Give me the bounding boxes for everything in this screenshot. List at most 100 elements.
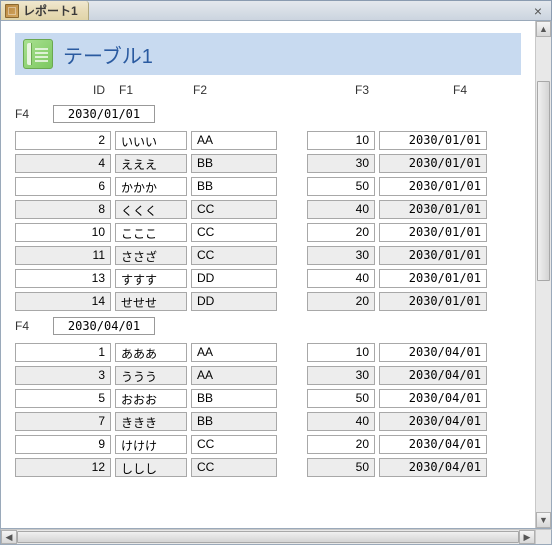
- group-value: 2030/01/01: [53, 105, 155, 123]
- cell-f4: 2030/01/01: [379, 177, 487, 196]
- table-row: 14せせせDD 202030/01/01: [15, 290, 521, 313]
- table-row: 6かかかBB502030/01/01: [15, 175, 521, 198]
- cell-id: 9: [15, 435, 111, 454]
- table-row: 12しししCC502030/04/01: [15, 456, 521, 479]
- cell-f2: AA: [191, 131, 277, 150]
- cell-f3: 20: [307, 292, 375, 311]
- cell-f3: 40: [307, 269, 375, 288]
- cell-f3: 30: [307, 154, 375, 173]
- cell-f1: ししし: [115, 458, 187, 477]
- cell-f2: CC: [191, 223, 277, 242]
- horizontal-scroll-track[interactable]: [17, 530, 519, 544]
- cell-id: 8: [15, 200, 111, 219]
- cell-id: 6: [15, 177, 111, 196]
- table-row: 13すすすDD402030/01/01: [15, 267, 521, 290]
- cell-f1: おおお: [115, 389, 187, 408]
- cell-f1: ささざ: [115, 246, 187, 265]
- cell-f1: あああ: [115, 343, 187, 362]
- scroll-corner: [535, 530, 551, 544]
- cell-id: 14: [15, 292, 111, 311]
- cell-f3: 50: [307, 389, 375, 408]
- document-tab[interactable]: レポート1: [1, 1, 89, 20]
- cell-f4: 2030/04/01: [379, 412, 487, 431]
- cell-f1: かかか: [115, 177, 187, 196]
- cell-id: 11: [15, 246, 111, 265]
- cell-f1: いいい: [115, 131, 187, 150]
- group-label: F4: [15, 319, 41, 333]
- table-row: 5おおおBB 502030/04/01: [15, 387, 521, 410]
- cell-f4: 2030/01/01: [379, 292, 487, 311]
- table-row: 3うううAA302030/04/01: [15, 364, 521, 387]
- scroll-down-arrow-icon[interactable]: ▼: [536, 512, 551, 528]
- group-label: F4: [15, 107, 41, 121]
- scroll-left-arrow-icon[interactable]: ◀: [1, 530, 17, 544]
- cell-f2: AA: [191, 366, 277, 385]
- cell-f4: 2030/01/01: [379, 246, 487, 265]
- cell-f4: 2030/04/01: [379, 435, 487, 454]
- column-header-f3: F3: [277, 83, 377, 97]
- table-row: 2いいいAA 102030/01/01: [15, 129, 521, 152]
- cell-f4: 2030/04/01: [379, 366, 487, 385]
- group-value: 2030/04/01: [53, 317, 155, 335]
- cell-f3: 20: [307, 435, 375, 454]
- cell-f2: BB: [191, 177, 277, 196]
- cell-f4: 2030/04/01: [379, 389, 487, 408]
- vertical-scroll-thumb[interactable]: [537, 81, 550, 281]
- report-icon: [5, 4, 19, 18]
- cell-f4: 2030/04/01: [379, 458, 487, 477]
- cell-f2: BB: [191, 389, 277, 408]
- cell-id: 5: [15, 389, 111, 408]
- horizontal-scroll-thumb[interactable]: [17, 531, 519, 543]
- cell-f1: ううう: [115, 366, 187, 385]
- cell-f1: すすす: [115, 269, 187, 288]
- scroll-right-arrow-icon[interactable]: ▶: [519, 530, 535, 544]
- cell-f4: 2030/01/01: [379, 154, 487, 173]
- close-button[interactable]: ×: [529, 3, 547, 19]
- cell-f2: DD: [191, 292, 277, 311]
- cell-id: 13: [15, 269, 111, 288]
- table-row: 8くくくCC402030/01/01: [15, 198, 521, 221]
- cell-f4: 2030/01/01: [379, 269, 487, 288]
- cell-id: 7: [15, 412, 111, 431]
- cell-f2: AA: [191, 343, 277, 362]
- cell-f2: CC: [191, 435, 277, 454]
- cell-f1: えええ: [115, 154, 187, 173]
- table-row: 1あああAA102030/04/01: [15, 341, 521, 364]
- column-header-f1: F1: [113, 83, 187, 97]
- table-row: 10こここCC202030/01/01: [15, 221, 521, 244]
- cell-f3: 40: [307, 200, 375, 219]
- table-row: 4えええBB302030/01/01: [15, 152, 521, 175]
- cell-f1: けけけ: [115, 435, 187, 454]
- cell-f2: BB: [191, 154, 277, 173]
- scroll-up-arrow-icon[interactable]: ▲: [536, 21, 551, 37]
- cell-f2: CC: [191, 246, 277, 265]
- cell-f1: せせせ: [115, 292, 187, 311]
- cell-f3: 10: [307, 343, 375, 362]
- group-header: F4 2030/04/01: [15, 313, 521, 341]
- cell-f4: 2030/01/01: [379, 200, 487, 219]
- window-titlebar: レポート1 ×: [0, 0, 552, 21]
- document-tab-title: レポート1: [23, 2, 78, 19]
- table-row: 9けけけCC 202030/04/01: [15, 433, 521, 456]
- report-header-icon: [23, 39, 53, 69]
- report-header: テーブル1: [15, 33, 521, 75]
- column-header-f2: F2: [187, 83, 277, 97]
- cell-f2: BB: [191, 412, 277, 431]
- table-row: 7きききBB402030/04/01: [15, 410, 521, 433]
- cell-f4: 2030/01/01: [379, 223, 487, 242]
- report-scroll-content: テーブル1 ID F1 F2 F3 F4 F42030/01/012いいいAA1…: [1, 21, 535, 528]
- cell-id: 3: [15, 366, 111, 385]
- cell-f3: 10: [307, 131, 375, 150]
- cell-id: 1: [15, 343, 111, 362]
- cell-id: 2: [15, 131, 111, 150]
- report-viewport: テーブル1 ID F1 F2 F3 F4 F42030/01/012いいいAA1…: [0, 21, 552, 529]
- cell-f1: こここ: [115, 223, 187, 242]
- vertical-scrollbar[interactable]: ▲ ▼: [535, 21, 551, 528]
- cell-f1: くくく: [115, 200, 187, 219]
- column-header-id: ID: [15, 83, 113, 97]
- cell-f3: 20: [307, 223, 375, 242]
- horizontal-scrollbar[interactable]: ◀ ▶: [0, 529, 552, 545]
- column-header-f4: F4: [377, 83, 473, 97]
- cell-f4: 2030/01/01: [379, 131, 487, 150]
- cell-f3: 30: [307, 246, 375, 265]
